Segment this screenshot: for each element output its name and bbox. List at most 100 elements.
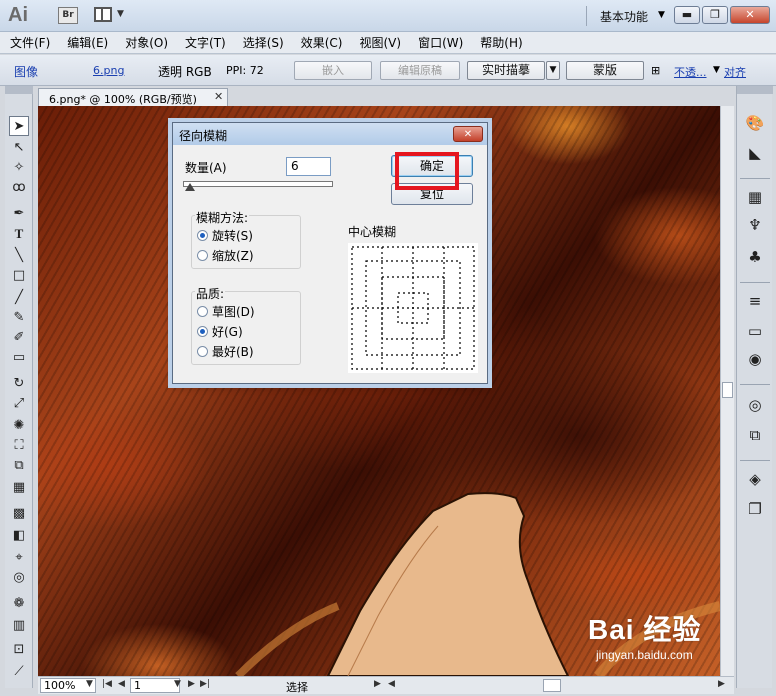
artboard-tool-icon[interactable]: ⊡ bbox=[9, 640, 29, 660]
scroll-right-icon[interactable]: ▶ bbox=[718, 679, 725, 689]
divider bbox=[586, 6, 587, 26]
edit-original-button[interactable]: 编辑原稿 bbox=[380, 61, 460, 80]
amount-input[interactable]: 6 bbox=[286, 157, 331, 176]
blur-center-preview[interactable] bbox=[348, 243, 478, 373]
graphic-styles-icon[interactable]: ⧉ bbox=[743, 424, 767, 446]
panel-grip[interactable] bbox=[5, 86, 33, 94]
appearance-panel-icon[interactable]: ◎ bbox=[743, 394, 767, 416]
slider-thumb[interactable] bbox=[185, 183, 195, 191]
close-button[interactable]: ✕ bbox=[730, 6, 770, 24]
line-tool-icon[interactable]: ╲ bbox=[9, 246, 29, 266]
method-zoom-radio[interactable]: 缩放(Z) bbox=[197, 247, 254, 264]
perspective-grid-tool-icon[interactable]: ▦ bbox=[9, 478, 29, 498]
trace-options-dropdown[interactable]: ▼ bbox=[546, 61, 560, 80]
arrange-documents-icon[interactable] bbox=[94, 7, 112, 22]
quality-good-radio[interactable]: 好(G) bbox=[197, 323, 243, 340]
shape-builder-tool-icon[interactable]: ⧉ bbox=[9, 456, 29, 476]
scale-tool-icon[interactable]: ⤢ bbox=[9, 394, 29, 414]
menu-help[interactable]: 帮助(H) bbox=[480, 34, 522, 51]
current-tool-status: 选择 bbox=[286, 681, 308, 694]
mesh-tool-icon[interactable]: ▩ bbox=[9, 504, 29, 524]
pen-tool-icon[interactable]: ✒ bbox=[9, 204, 29, 224]
radio-icon bbox=[197, 250, 208, 261]
scrollbar-thumb[interactable] bbox=[722, 382, 733, 398]
chevron-down-icon[interactable]: ▼ bbox=[658, 10, 665, 20]
symbol-sprayer-tool-icon[interactable]: ❁ bbox=[9, 594, 29, 614]
gradient-tool-icon[interactable]: ◧ bbox=[9, 526, 29, 546]
restore-button[interactable]: ❐ bbox=[702, 6, 728, 24]
color-panel-icon[interactable]: 🎨 bbox=[743, 112, 767, 134]
window-controls: ▬ ❐ ✕ bbox=[674, 6, 770, 24]
first-artboard-icon[interactable]: |◀ bbox=[102, 679, 112, 689]
eraser-tool-icon[interactable]: ▭ bbox=[9, 348, 29, 368]
slice-tool-icon[interactable]: ⟋ bbox=[9, 662, 29, 682]
minimize-button[interactable]: ▬ bbox=[674, 6, 700, 24]
lasso-tool-icon[interactable]: ꝏ bbox=[9, 178, 29, 198]
mask-button[interactable]: 蒙版 bbox=[566, 61, 644, 80]
symbols-icon[interactable]: ♣ bbox=[743, 246, 767, 268]
rectangle-tool-icon[interactable]: □ bbox=[9, 266, 29, 286]
magic-wand-tool-icon[interactable]: ✧ bbox=[9, 158, 29, 178]
quality-best-radio[interactable]: 最好(B) bbox=[197, 343, 254, 360]
menu-window[interactable]: 窗口(W) bbox=[418, 34, 463, 51]
previous-artboard-icon[interactable]: ◀ bbox=[118, 679, 125, 689]
quality-draft-label: 草图(D) bbox=[212, 305, 255, 319]
workspace-switcher[interactable]: 基本功能 bbox=[600, 8, 648, 25]
menu-type[interactable]: 文字(T) bbox=[185, 34, 226, 51]
color-guide-icon[interactable]: ◣ bbox=[743, 142, 767, 164]
type-tool-icon[interactable]: T bbox=[9, 224, 29, 244]
selection-tool-icon[interactable]: ➤ bbox=[9, 116, 29, 136]
horizontal-scrollbar-thumb[interactable] bbox=[543, 679, 561, 692]
document-tab[interactable]: 6.png* @ 100% (RGB/预览) ✕ bbox=[38, 88, 228, 106]
artboard-number-field[interactable]: 1 bbox=[130, 678, 180, 693]
close-icon[interactable]: ✕ bbox=[453, 126, 483, 142]
column-graph-tool-icon[interactable]: ▥ bbox=[9, 616, 29, 636]
last-artboard-icon[interactable]: ▶| bbox=[200, 679, 210, 689]
status-menu-icon[interactable]: ▶ bbox=[374, 679, 381, 689]
blend-tool-icon[interactable]: ◎ bbox=[9, 568, 29, 588]
close-icon[interactable]: ✕ bbox=[214, 90, 223, 103]
panel-grip[interactable] bbox=[737, 86, 773, 94]
linked-file-link[interactable]: 6.png bbox=[93, 64, 124, 77]
bridge-button[interactable]: Br bbox=[58, 7, 78, 24]
transparency-panel-icon[interactable]: ◉ bbox=[743, 348, 767, 370]
menu-select[interactable]: 选择(S) bbox=[243, 34, 284, 51]
dialog-title-bar[interactable]: 径向模糊 ✕ bbox=[173, 123, 487, 145]
layers-panel-icon[interactable]: ◈ bbox=[743, 468, 767, 490]
amount-slider[interactable] bbox=[183, 181, 333, 187]
stroke-panel-icon[interactable]: ≡ bbox=[743, 290, 767, 312]
menu-effect[interactable]: 效果(C) bbox=[301, 34, 343, 51]
swatches-icon[interactable]: ▦ bbox=[743, 186, 767, 208]
embed-button[interactable]: 嵌入 bbox=[294, 61, 372, 80]
menu-view[interactable]: 视图(V) bbox=[359, 34, 401, 51]
gradient-panel-icon[interactable]: ▭ bbox=[743, 320, 767, 342]
paintbrush-tool-icon[interactable]: ╱ bbox=[9, 288, 29, 308]
transform-icon[interactable]: ⊞ bbox=[651, 64, 660, 77]
menu-edit[interactable]: 编辑(E) bbox=[67, 34, 108, 51]
eyedropper-tool-icon[interactable]: ⌖ bbox=[9, 548, 29, 568]
pencil-tool-icon[interactable]: ✎ bbox=[9, 308, 29, 328]
rotate-tool-icon[interactable]: ↻ bbox=[9, 374, 29, 394]
live-trace-button[interactable]: 实时描摹 bbox=[467, 61, 545, 80]
opacity-link[interactable]: 不透... bbox=[674, 64, 707, 80]
artboards-panel-icon[interactable]: ❐ bbox=[743, 498, 767, 520]
chevron-down-icon[interactable]: ▼ bbox=[713, 65, 720, 75]
scroll-left-icon[interactable]: ◀ bbox=[388, 679, 395, 689]
menu-object[interactable]: 对象(O) bbox=[125, 34, 168, 51]
quality-draft-radio[interactable]: 草图(D) bbox=[197, 303, 255, 320]
chevron-down-icon[interactable]: ▼ bbox=[174, 679, 181, 689]
direct-selection-tool-icon[interactable]: ↖ bbox=[9, 138, 29, 158]
method-spin-radio[interactable]: 旋转(S) bbox=[197, 227, 253, 244]
align-link[interactable]: 对齐 bbox=[724, 64, 746, 80]
vertical-scrollbar[interactable] bbox=[720, 106, 734, 676]
blob-brush-tool-icon[interactable]: ✐ bbox=[9, 328, 29, 348]
brushes-icon[interactable]: ♆ bbox=[743, 214, 767, 236]
amount-label: 数量(A) bbox=[185, 161, 227, 175]
free-transform-tool-icon[interactable]: ⛶ bbox=[9, 436, 29, 456]
warp-tool-icon[interactable]: ✺ bbox=[9, 416, 29, 436]
chevron-down-icon[interactable]: ▼ bbox=[86, 679, 93, 689]
chevron-down-icon[interactable]: ▼ bbox=[117, 9, 124, 19]
menu-file[interactable]: 文件(F) bbox=[10, 34, 50, 51]
next-artboard-icon[interactable]: ▶ bbox=[188, 679, 195, 689]
radio-icon bbox=[197, 230, 208, 241]
